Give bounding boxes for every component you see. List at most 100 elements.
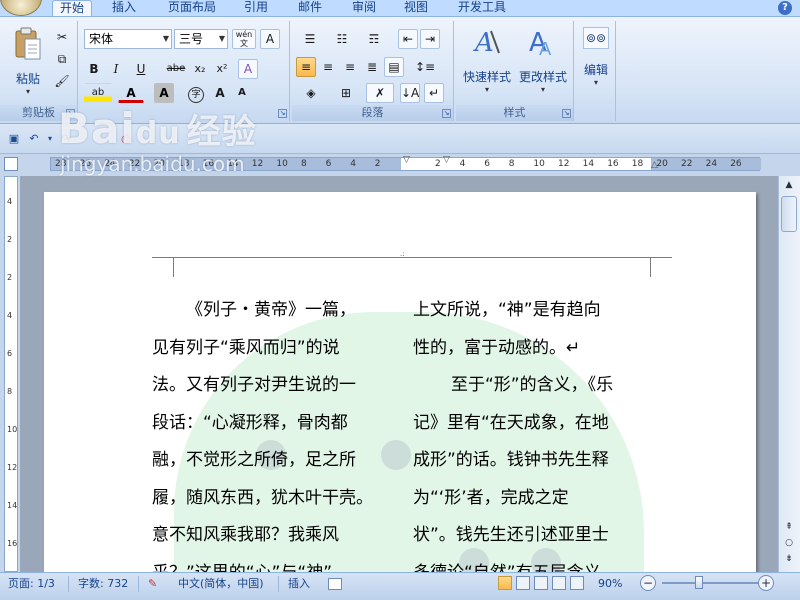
text-line[interactable]: 乎？”这里的“心”与“神” xyxy=(152,555,373,573)
text-line[interactable]: 多德论“自然”有五层含义。 xyxy=(413,555,618,573)
document-area[interactable]: .: 《列子・黄帝》一篇， 见有列子“乘风而归”的说 法。又有列子对尹生说的一 段话：… xyxy=(20,176,778,572)
phonetic-guide-button[interactable]: wén 文 xyxy=(232,29,256,49)
sort-icon[interactable]: ↓A xyxy=(400,83,420,103)
subscript-button[interactable]: x₂ xyxy=(190,59,210,79)
font-name-combo[interactable]: 宋体 ▼ xyxy=(84,29,172,49)
multilevel-list-icon[interactable]: ☶ xyxy=(360,29,388,49)
chevron-down-icon[interactable]: ▾ xyxy=(42,131,58,147)
styles-launcher-icon[interactable]: ↘ xyxy=(562,109,571,118)
full-screen-reading-icon[interactable] xyxy=(516,576,530,590)
word-count[interactable]: 字数: 732 xyxy=(78,575,128,593)
bold-button[interactable]: B xyxy=(84,59,104,79)
text-line[interactable]: 状”。钱先生还引述亚里士 xyxy=(413,517,618,555)
zoom-in-button[interactable]: + xyxy=(758,575,774,591)
bullets-icon[interactable]: ☰ xyxy=(296,29,324,49)
tab-mailings[interactable]: 邮件 xyxy=(290,0,330,16)
text-line[interactable]: 见有列子“乘风而归”的说 xyxy=(152,330,373,368)
paste-button[interactable]: 粘贴 ▾ xyxy=(6,27,50,96)
right-column[interactable]: 上文所说，“神”是有趋向 性的，富于动感的。↵ 至于“形”的含义，《乐 记》里有“在天… xyxy=(413,292,618,572)
superscript-button[interactable]: x² xyxy=(212,59,232,79)
draft-view-icon[interactable] xyxy=(570,576,584,590)
align-left-icon[interactable]: ≡ xyxy=(296,57,316,77)
zoom-level[interactable]: 90% xyxy=(598,575,622,593)
tab-developer[interactable]: 开发工具 xyxy=(450,0,514,16)
page-count[interactable]: 页面: 1/3 xyxy=(8,575,55,593)
enclose-char-button[interactable]: 字 xyxy=(186,83,206,103)
clear-formatting-button[interactable]: A xyxy=(238,59,258,79)
zoom-slider-knob[interactable] xyxy=(695,576,703,589)
cut-icon[interactable]: ✂ xyxy=(52,27,72,47)
text-line[interactable]: 段话：“心凝形释，骨肉都 xyxy=(152,405,373,443)
scrollbar-thumb[interactable] xyxy=(781,196,797,232)
text-line[interactable]: 履，随风东西，犹木叶干壳。 xyxy=(152,480,373,518)
shrink-font-button[interactable]: A xyxy=(232,83,252,103)
help-icon[interactable]: ? xyxy=(778,1,792,15)
browse-object-icon[interactable]: ○ xyxy=(781,536,797,550)
increase-indent-icon[interactable]: ⇥ xyxy=(420,29,440,49)
char-shading-button[interactable]: A xyxy=(154,83,174,103)
distributed-icon[interactable]: ▤ xyxy=(384,57,404,77)
insert-mode[interactable]: 插入 xyxy=(288,575,310,593)
change-styles-button[interactable]: A A 更改样式 ▾ xyxy=(514,25,572,94)
font-size-combo[interactable]: 三号 ▼ xyxy=(174,29,228,49)
justify-icon[interactable]: ≣ xyxy=(362,57,382,77)
decrease-indent-icon[interactable]: ⇤ xyxy=(398,29,418,49)
borders-icon[interactable]: ⊞ xyxy=(332,83,360,103)
italic-button[interactable]: I xyxy=(106,59,126,79)
text-line[interactable]: 至于“形”的含义，《乐 xyxy=(413,367,618,405)
proofing-icon[interactable]: ✎ xyxy=(148,575,164,593)
align-center-icon[interactable]: ≡ xyxy=(318,57,338,77)
text-line[interactable]: 意不知风乘我耶？我乘风 xyxy=(152,517,373,555)
editing-button[interactable]: ⊚⊚ 编辑 ▾ xyxy=(578,27,614,87)
zoom-slider[interactable] xyxy=(662,582,758,584)
text-line[interactable]: 融，不觉形之所倚，足之所 xyxy=(152,442,373,480)
align-right-icon[interactable]: ≡ xyxy=(340,57,360,77)
scroll-up-icon[interactable]: ▲ xyxy=(781,178,797,192)
text-line[interactable]: 性的，富于动感的。↵ xyxy=(413,330,618,368)
zoom-out-button[interactable]: − xyxy=(640,575,656,591)
text-line[interactable]: 《列子・黄帝》一篇， xyxy=(152,292,373,330)
grow-font-button[interactable]: A xyxy=(210,83,230,103)
line-spacing-icon[interactable]: ↕≡ xyxy=(410,57,440,77)
shading-icon[interactable]: ◈ xyxy=(296,83,326,103)
web-layout-icon[interactable] xyxy=(534,576,548,590)
first-line-indent-icon[interactable]: ▽ xyxy=(443,155,450,165)
save-icon[interactable]: ▣ xyxy=(6,131,22,147)
highlight-button[interactable]: ab xyxy=(84,83,112,103)
chinese-layout-icon[interactable]: ✗ xyxy=(366,83,394,103)
text-line[interactable]: 成形”的话。钱钟书先生释 xyxy=(413,442,618,480)
text-line[interactable]: 法。又有列子对尹生说的一 xyxy=(152,367,373,405)
next-page-icon[interactable]: ⇟ xyxy=(781,552,797,566)
right-indent-icon[interactable]: △ xyxy=(651,160,658,170)
numbering-icon[interactable]: ☷ xyxy=(328,29,356,49)
underline-button[interactable]: U xyxy=(128,59,154,79)
language-indicator[interactable]: 中文(简体，中国) xyxy=(178,575,264,593)
outline-view-icon[interactable] xyxy=(552,576,566,590)
tab-insert[interactable]: 插入 xyxy=(104,0,144,16)
char-border-button[interactable]: A xyxy=(260,29,280,49)
text-line[interactable]: 为“‘形’者，完成之定 xyxy=(413,480,618,518)
paragraph-launcher-icon[interactable]: ↘ xyxy=(442,109,451,118)
font-launcher-icon[interactable]: ↘ xyxy=(278,109,287,118)
indent-marker-icon[interactable]: ▽ xyxy=(403,155,410,165)
vertical-ruler[interactable]: 4 2 2 4 6 8 10 12 14 16 xyxy=(4,176,18,572)
format-painter-icon[interactable]: 🖌 xyxy=(52,71,72,91)
tab-selector-icon[interactable] xyxy=(4,157,18,171)
tab-references[interactable]: 引用 xyxy=(236,0,276,16)
undo-icon[interactable]: ↶ xyxy=(26,131,42,147)
show-marks-icon[interactable]: ↵ xyxy=(424,83,444,103)
tab-view[interactable]: 视图 xyxy=(396,0,436,16)
office-button[interactable] xyxy=(0,0,42,16)
previous-page-icon[interactable]: ⇞ xyxy=(781,520,797,534)
tab-page-layout[interactable]: 页面布局 xyxy=(160,0,224,16)
left-column[interactable]: 《列子・黄帝》一篇， 见有列子“乘风而归”的说 法。又有列子对尹生说的一 段话：“心凝… xyxy=(152,292,373,572)
tab-home[interactable]: 开始 xyxy=(52,0,92,16)
text-line[interactable]: 上文所说，“神”是有趋向 xyxy=(413,292,618,330)
macro-record-icon[interactable] xyxy=(328,578,342,590)
copy-icon[interactable]: ⧉ xyxy=(52,49,72,69)
font-color-button[interactable]: A xyxy=(118,83,144,103)
quick-styles-button[interactable]: A 快速样式 ▾ xyxy=(458,25,516,94)
print-layout-view-icon[interactable] xyxy=(498,576,512,590)
strikethrough-button[interactable]: abe xyxy=(164,59,188,79)
text-line[interactable]: 记》里有“在天成象，在地 xyxy=(413,405,618,443)
